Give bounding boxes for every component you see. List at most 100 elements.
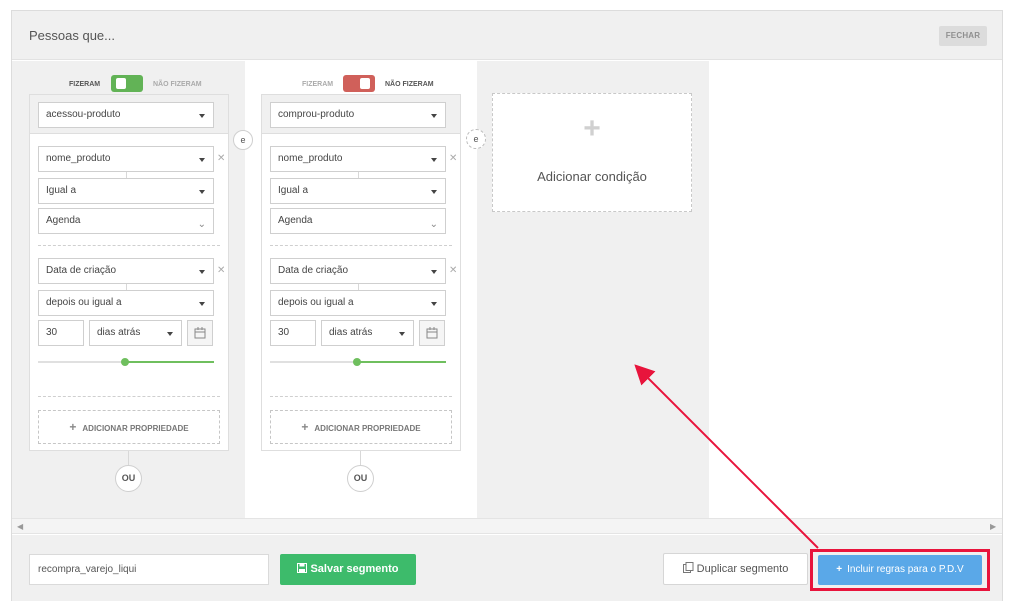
did-not-label: NÃO FIZERAM [153, 81, 202, 88]
value-text: Agenda [46, 215, 81, 226]
caret-down-icon [199, 302, 205, 306]
property-field-value: nome_produto [278, 153, 343, 164]
or-connector-line [360, 451, 361, 465]
include-pdv-rules-button[interactable]: + Incluir regras para o P.D.V [818, 555, 982, 585]
did-not-toggle[interactable] [343, 75, 375, 92]
add-condition-button[interactable]: + Adicionar condição [492, 93, 692, 212]
remove-property-icon[interactable]: ✕ [217, 153, 225, 164]
conditions-area: FIZERAM NÃO FIZERAM acessou-produto nome… [12, 61, 1002, 518]
caret-down-icon [431, 302, 437, 306]
add-property-button[interactable]: + ADICIONAR PROPRIEDADE [270, 410, 452, 444]
segment-name-input[interactable]: recompra_varejo_liqui [29, 554, 269, 585]
operator-select[interactable]: depois ou igual a [38, 290, 214, 316]
remove-property-icon[interactable]: ✕ [217, 265, 225, 276]
operator-value: Igual a [46, 185, 77, 196]
date-slider-handle[interactable] [353, 358, 361, 366]
property-divider [270, 245, 452, 246]
copy-icon [682, 562, 694, 573]
add-property-label: ADICIONAR PROPRIEDADE [82, 424, 189, 433]
event-value: acessou-produto [46, 109, 121, 120]
event-value: comprou-produto [278, 109, 355, 120]
did-toggle[interactable] [111, 75, 143, 92]
value-select[interactable]: Agenda ⌄ [38, 208, 214, 234]
panel-header: Pessoas que... FECHAR [12, 11, 1002, 60]
time-unit-select[interactable]: dias atrás [321, 320, 414, 346]
property-field-select[interactable]: Data de criação [38, 258, 214, 284]
and-connector: e [466, 129, 486, 149]
did-not-label: NÃO FIZERAM [385, 81, 434, 88]
condition-1-toggle-row: FIZERAM NÃO FIZERAM [69, 75, 219, 95]
property-field-value: Data de criação [278, 265, 349, 276]
date-slider-fill [126, 361, 214, 363]
caret-down-icon [199, 158, 205, 162]
pdv-highlight-box: + Incluir regras para o P.D.V [810, 549, 990, 591]
property-divider [270, 396, 452, 397]
toggle-knob [360, 78, 370, 89]
caret-down-icon [199, 270, 205, 274]
days-input[interactable]: 30 [38, 320, 84, 346]
horizontal-scrollbar[interactable]: ◀ ▶ [12, 518, 1002, 534]
or-connector-line [128, 451, 129, 465]
close-button[interactable]: FECHAR [939, 26, 987, 46]
and-connector: e [233, 130, 253, 150]
calendar-icon[interactable] [187, 320, 213, 346]
calendar-icon[interactable] [419, 320, 445, 346]
caret-down-icon [431, 190, 437, 194]
caret-down-icon [431, 158, 437, 162]
operator-select[interactable]: Igual a [270, 178, 446, 204]
save-segment-button[interactable]: Salvar segmento [280, 554, 416, 585]
caret-down-icon [431, 270, 437, 274]
scroll-right-icon[interactable]: ▶ [990, 522, 996, 531]
property-field-value: nome_produto [46, 153, 111, 164]
caret-down-icon [431, 114, 437, 118]
duplicate-segment-label: Duplicar segmento [696, 563, 789, 575]
time-unit-select[interactable]: dias atrás [89, 320, 182, 346]
add-condition-label: Adicionar condição [537, 169, 647, 184]
caret-down-icon [199, 190, 205, 194]
event-select[interactable]: acessou-produto [38, 102, 214, 128]
remove-property-icon[interactable]: ✕ [449, 265, 457, 276]
date-slider-fill [358, 361, 446, 363]
value-select[interactable]: Agenda ⌄ [270, 208, 446, 234]
or-button[interactable]: OU [115, 465, 142, 492]
time-unit-value: dias atrás [329, 327, 373, 338]
event-select[interactable]: comprou-produto [270, 102, 446, 128]
property-divider [38, 396, 220, 397]
condition-2-toggle-row: FIZERAM NÃO FIZERAM [302, 75, 452, 95]
floppy-disk-icon [297, 563, 308, 573]
did-label: FIZERAM [302, 81, 334, 88]
include-pdv-rules-label: Incluir regras para o P.D.V [847, 564, 964, 575]
segment-builder-panel: Pessoas que... FECHAR FIZERAM NÃO FIZERA… [11, 10, 1003, 601]
duplicate-segment-button[interactable]: Duplicar segmento [663, 553, 808, 585]
or-button[interactable]: OU [347, 465, 374, 492]
toggle-knob [116, 78, 126, 89]
days-input[interactable]: 30 [270, 320, 316, 346]
scroll-left-icon[interactable]: ◀ [17, 522, 23, 531]
footer-bar: recompra_varejo_liqui Salvar segmento Du… [12, 535, 1002, 601]
operator-value: depois ou igual a [46, 297, 122, 308]
time-unit-value: dias atrás [97, 327, 141, 338]
remove-property-icon[interactable]: ✕ [449, 153, 457, 164]
operator-select[interactable]: depois ou igual a [270, 290, 446, 316]
operator-select[interactable]: Igual a [38, 178, 214, 204]
caret-down-icon [167, 332, 173, 336]
property-field-value: Data de criação [46, 265, 117, 276]
condition-card-1: acessou-produto nome_produto ✕ Igual a A… [29, 94, 229, 451]
condition-card-2: comprou-produto nome_produto ✕ Igual a A… [261, 94, 461, 451]
operator-value: Igual a [278, 185, 309, 196]
date-slider-handle[interactable] [121, 358, 129, 366]
chevron-down-icon: ⌄ [197, 219, 206, 230]
property-field-select[interactable]: nome_produto [270, 146, 446, 172]
caret-down-icon [399, 332, 405, 336]
property-field-select[interactable]: Data de criação [270, 258, 446, 284]
add-property-button[interactable]: + ADICIONAR PROPRIEDADE [38, 410, 220, 444]
plus-icon: + [583, 112, 601, 145]
property-divider [38, 245, 220, 246]
plus-icon: + [836, 564, 843, 575]
plus-icon: + [69, 420, 77, 434]
did-label: FIZERAM [69, 81, 101, 88]
caret-down-icon [199, 114, 205, 118]
property-field-select[interactable]: nome_produto [38, 146, 214, 172]
panel-title: Pessoas que... [29, 28, 115, 43]
operator-value: depois ou igual a [278, 297, 354, 308]
